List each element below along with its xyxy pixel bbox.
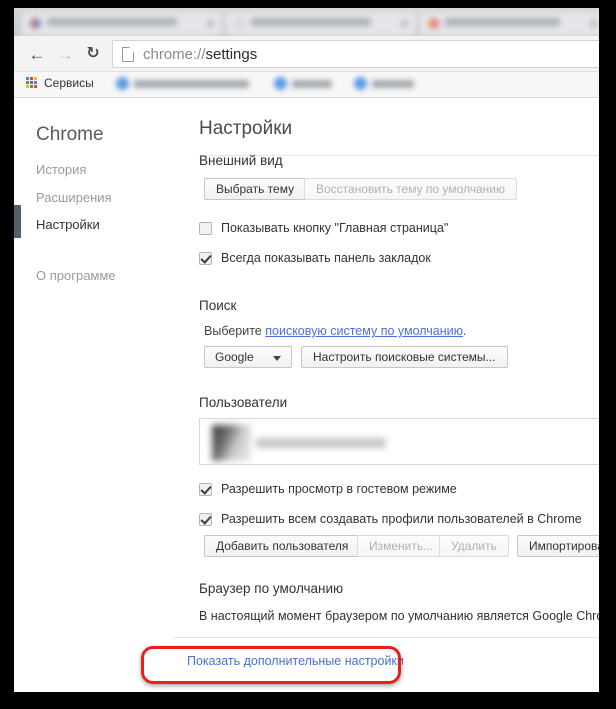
- tab-strip: [14, 8, 599, 36]
- user-profile-name-blurred: [256, 438, 386, 448]
- advanced-settings-link[interactable]: Показать дополнительные настройки: [187, 654, 404, 668]
- bottom-divider: [174, 637, 599, 638]
- bookmark-favicon: [274, 77, 287, 90]
- bookmark-label-blurred: [134, 80, 249, 88]
- bookmark-item[interactable]: [116, 76, 266, 92]
- search-engine-selected-value: Google: [215, 350, 254, 364]
- avatar: [212, 425, 250, 461]
- user-profile-blurred-content: [204, 421, 404, 463]
- choose-theme-button[interactable]: Выбрать тему: [204, 178, 307, 200]
- browser-toolbar: ← → ↻ chrome://settings: [14, 36, 599, 72]
- search-engine-hint: Выберите поисковую систему по умолчанию.: [204, 324, 467, 338]
- tab-favicon: [234, 18, 245, 29]
- browser-tab[interactable]: [226, 12, 416, 36]
- default-search-engine-link[interactable]: поисковую систему по умолчанию: [265, 324, 463, 338]
- address-bar-url: chrome://settings: [143, 46, 257, 63]
- sidebar-item-settings[interactable]: Настройки: [36, 217, 100, 232]
- checkbox-create-profiles-label: Разрешить всем создавать профили пользов…: [221, 512, 582, 526]
- checkbox-row-bookmarks-bar[interactable]: Всегда показывать панель закладок: [199, 251, 431, 265]
- settings-page: Chrome История Расширения Настройки О пр…: [14, 98, 599, 691]
- checkbox-home-button-label: Показывать кнопку "Главная страница": [221, 221, 449, 235]
- address-bar[interactable]: chrome://settings: [112, 40, 599, 68]
- bookmark-item[interactable]: [354, 76, 426, 92]
- forward-icon[interactable]: →: [54, 43, 76, 65]
- search-engine-select[interactable]: Google: [204, 346, 292, 368]
- checkbox-home-button[interactable]: [199, 221, 212, 235]
- bookmark-item[interactable]: [274, 76, 346, 92]
- sidebar-item-extensions[interactable]: Расширения: [36, 190, 112, 205]
- search-hint-prefix: Выберите: [204, 324, 266, 338]
- user-profile-list[interactable]: [199, 418, 599, 465]
- section-heading-default-browser: Браузер по умолчанию: [199, 581, 344, 596]
- sidebar-item-history[interactable]: История: [36, 162, 86, 177]
- bookmark-label-blurred: [292, 80, 332, 88]
- checkbox-bookmarks-bar[interactable]: [199, 251, 212, 265]
- tab-favicon: [428, 18, 439, 29]
- default-browser-status: В настоящий момент браузером по умолчани…: [199, 609, 599, 623]
- reload-icon[interactable]: ↻: [82, 43, 104, 65]
- bookmark-label-blurred: [372, 80, 414, 88]
- browser-tab[interactable]: [420, 12, 599, 36]
- sidebar-item-about[interactable]: О программе: [36, 268, 116, 283]
- sidebar-brand: Chrome: [36, 124, 104, 145]
- delete-user-button[interactable]: Удалить: [439, 535, 509, 557]
- bookmark-favicon: [354, 77, 367, 90]
- tab-favicon: [30, 18, 41, 29]
- bookmarks-bar: Сервисы: [14, 72, 599, 98]
- section-heading-appearance: Внешний вид: [199, 153, 283, 168]
- bookmark-apps-shortcut[interactable]: Сервисы: [26, 76, 94, 90]
- search-hint-suffix: .: [463, 324, 467, 338]
- section-heading-search: Поиск: [199, 298, 237, 313]
- tab-close-icon[interactable]: [590, 20, 597, 27]
- browser-tab[interactable]: [22, 12, 222, 36]
- url-path: settings: [205, 45, 258, 63]
- tab-title-blurred: [445, 18, 560, 26]
- sidebar-active-indicator: [14, 205, 21, 238]
- bookmark-apps-label: Сервисы: [44, 76, 94, 90]
- add-user-button[interactable]: Добавить пользователя: [204, 535, 361, 557]
- checkbox-row-home-button[interactable]: Показывать кнопку "Главная страница": [199, 221, 448, 235]
- screenshot-root: ← → ↻ chrome://settings Сервисы Chrome И…: [0, 0, 616, 709]
- tab-title-blurred: [47, 18, 177, 26]
- page-title: Настройки: [199, 118, 293, 139]
- reset-theme-button[interactable]: Восстановить тему по умолчанию: [304, 178, 517, 200]
- checkbox-create-profiles[interactable]: [199, 512, 212, 526]
- tab-title-blurred: [251, 18, 371, 26]
- section-heading-users: Пользователи: [199, 395, 288, 410]
- checkbox-row-guest-browsing[interactable]: Разрешить просмотр в гостевом режиме: [199, 482, 457, 496]
- settings-sidebar: Chrome История Расширения Настройки О пр…: [14, 98, 174, 691]
- tab-close-icon[interactable]: [207, 20, 214, 27]
- chevron-down-icon: [273, 356, 281, 361]
- page-document-icon: [122, 46, 134, 62]
- checkbox-bookmarks-bar-label: Всегда показывать панель закладок: [221, 251, 431, 265]
- chrome-browser-window: ← → ↻ chrome://settings Сервисы Chrome И…: [14, 8, 599, 692]
- apps-grid-icon: [26, 77, 38, 89]
- url-scheme: chrome://: [143, 45, 206, 63]
- tab-close-icon[interactable]: [401, 20, 408, 27]
- import-user-button[interactable]: Импортировать...: [517, 535, 599, 557]
- settings-content: Настройки Внешний вид Выбрать тему Восст…: [174, 98, 599, 691]
- edit-user-button[interactable]: Изменить...: [357, 535, 446, 557]
- checkbox-row-create-profiles[interactable]: Разрешить всем создавать профили пользов…: [199, 512, 582, 526]
- checkbox-guest-browsing[interactable]: [199, 482, 212, 496]
- manage-search-engines-button[interactable]: Настроить поисковые системы...: [301, 346, 508, 368]
- checkbox-guest-browsing-label: Разрешить просмотр в гостевом режиме: [221, 482, 457, 496]
- bookmark-favicon: [116, 77, 129, 90]
- back-icon[interactable]: ←: [26, 43, 48, 65]
